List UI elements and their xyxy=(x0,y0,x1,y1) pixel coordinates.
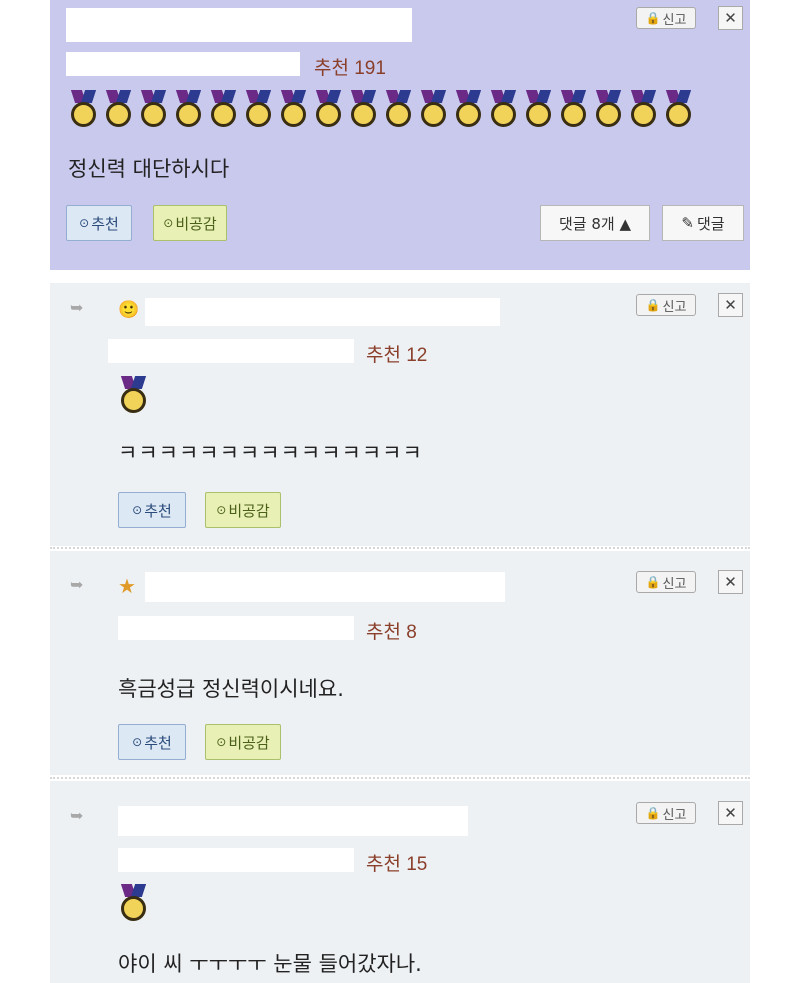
divider xyxy=(50,547,750,549)
medal-row xyxy=(68,90,694,128)
circle-icon: ⊙ xyxy=(132,503,143,517)
avatar: 🙂 xyxy=(118,300,140,320)
medal-icon xyxy=(278,90,309,128)
report-button[interactable]: 🔒 신고 xyxy=(636,294,696,316)
lock-icon: 🔒 xyxy=(645,806,661,820)
comment-body: 정신력 대단하시다 xyxy=(68,157,230,181)
redacted-username xyxy=(66,8,412,42)
close-button[interactable]: ✕ xyxy=(718,801,743,825)
comment-body: ㅋㅋㅋㅋㅋㅋㅋㅋㅋㅋㅋㅋㅋㅋㅋ xyxy=(118,441,423,465)
medal-icon xyxy=(383,90,414,128)
recommend-count: 추천 8 xyxy=(366,622,417,643)
write-reply-label: 댓글 xyxy=(696,214,725,233)
close-button[interactable]: ✕ xyxy=(718,6,743,30)
replies-toggle-button[interactable]: 댓글 8개 ▲ xyxy=(540,205,650,241)
disagree-button[interactable]: ⊙ 비공감 xyxy=(205,492,281,528)
redacted-username xyxy=(145,572,505,602)
medal-icon xyxy=(118,376,149,414)
report-button[interactable]: 🔒 신고 xyxy=(636,7,696,29)
medal-icon xyxy=(523,90,554,128)
report-button[interactable]: 🔒 신고 xyxy=(636,571,696,593)
disagree-button[interactable]: ⊙ 비공감 xyxy=(205,724,281,760)
disagree-button-label: 비공감 xyxy=(175,214,217,233)
close-icon: ✕ xyxy=(724,296,737,314)
circle-icon: ⊙ xyxy=(79,216,90,230)
report-label: 신고 xyxy=(662,807,687,823)
star-icon: ★ xyxy=(118,574,136,598)
medal-icon xyxy=(173,90,204,128)
medal-icon xyxy=(453,90,484,128)
lock-icon: 🔒 xyxy=(645,575,661,589)
comment-body: 흑금성급 정신력이시네요. xyxy=(118,677,344,701)
divider xyxy=(50,777,750,779)
lock-icon: 🔒 xyxy=(645,298,661,312)
redacted-date xyxy=(118,616,354,640)
report-label: 신고 xyxy=(662,12,687,28)
redacted-username xyxy=(118,806,468,836)
disagree-button[interactable]: ⊙ 비공감 xyxy=(153,205,227,241)
recommend-count: 추천 12 xyxy=(366,345,428,366)
write-reply-button[interactable]: ✎ 댓글 xyxy=(662,205,744,241)
medal-icon xyxy=(663,90,694,128)
reply-arrow-icon: ➥ xyxy=(70,575,84,594)
medal-icon xyxy=(118,884,149,922)
close-button[interactable]: ✕ xyxy=(718,570,743,594)
report-label: 신고 xyxy=(662,299,687,315)
comment-body: 야이 씨 ㅜㅜㅜㅜ 눈물 들어갔자나. xyxy=(118,952,422,976)
redacted-username xyxy=(145,298,500,326)
circle-icon: ⊙ xyxy=(216,503,227,517)
close-button[interactable]: ✕ xyxy=(718,293,743,317)
recommend-button-label: 추천 xyxy=(144,733,172,752)
circle-icon: ⊙ xyxy=(163,216,174,230)
redacted-date xyxy=(118,848,354,872)
medal-icon xyxy=(208,90,239,128)
report-button[interactable]: 🔒 신고 xyxy=(636,802,696,824)
recommend-count: 추천 191 xyxy=(314,58,386,79)
circle-icon: ⊙ xyxy=(132,735,143,749)
medal-icon xyxy=(243,90,274,128)
recommend-count: 추천 15 xyxy=(366,854,428,875)
disagree-button-label: 비공감 xyxy=(228,501,270,520)
recommend-button-label: 추천 xyxy=(91,214,119,233)
recommend-button[interactable]: ⊙ 추천 xyxy=(66,205,132,241)
recommend-button-label: 추천 xyxy=(144,501,172,520)
medal-icon xyxy=(628,90,659,128)
replies-toggle-label: 댓글 8개 ▲ xyxy=(558,214,631,233)
close-icon: ✕ xyxy=(724,573,737,591)
medal-icon xyxy=(418,90,449,128)
report-label: 신고 xyxy=(662,576,687,592)
recommend-button[interactable]: ⊙ 추천 xyxy=(118,492,186,528)
pen-icon: ✎ xyxy=(681,214,694,232)
medal-icon xyxy=(593,90,624,128)
recommend-button[interactable]: ⊙ 추천 xyxy=(118,724,186,760)
redacted-date xyxy=(66,52,300,76)
medal-icon xyxy=(488,90,519,128)
disagree-button-label: 비공감 xyxy=(228,733,270,752)
medal-row xyxy=(118,884,149,922)
medal-icon xyxy=(68,90,99,128)
medal-icon xyxy=(138,90,169,128)
reply-arrow-icon: ➥ xyxy=(70,806,84,825)
lock-icon: 🔒 xyxy=(645,11,661,25)
redacted-date xyxy=(108,339,354,363)
circle-icon: ⊙ xyxy=(216,735,227,749)
medal-icon xyxy=(348,90,379,128)
close-icon: ✕ xyxy=(724,9,737,27)
reply-arrow-icon: ➥ xyxy=(70,298,84,317)
medal-icon xyxy=(313,90,344,128)
close-icon: ✕ xyxy=(724,804,737,822)
medal-row xyxy=(118,376,149,414)
medal-icon xyxy=(558,90,589,128)
medal-icon xyxy=(103,90,134,128)
